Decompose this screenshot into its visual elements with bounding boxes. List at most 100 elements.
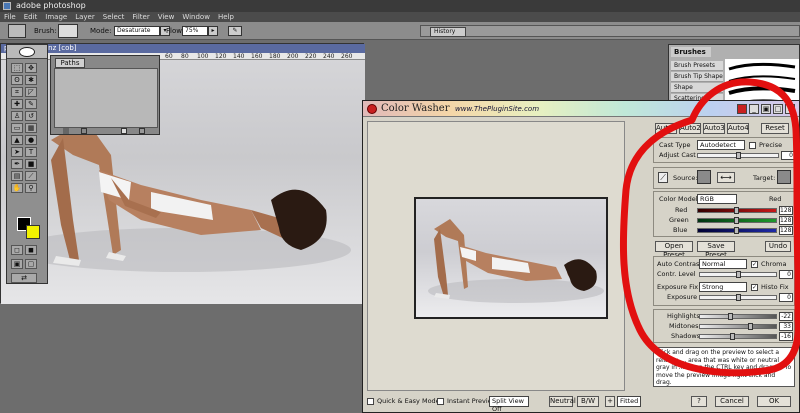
slider-thumb[interactable]	[728, 313, 733, 320]
gradient-tool-icon[interactable]: ▦	[25, 123, 37, 133]
precise-checkbox[interactable]	[749, 142, 756, 149]
shadows-value[interactable]: -16	[779, 332, 793, 341]
standard-mode-icon[interactable]: ◻	[11, 245, 23, 255]
slider-thumb[interactable]	[736, 294, 741, 301]
path-select-icon[interactable]: ➤	[11, 147, 23, 157]
tool-preset-icon[interactable]	[8, 24, 26, 38]
color-model-select[interactable]: RGB	[697, 194, 737, 204]
target-swatch[interactable]	[777, 170, 791, 184]
stroke-path-icon[interactable]	[81, 128, 87, 134]
eyedropper-icon[interactable]: ⟋	[25, 171, 37, 181]
chroma-checkbox[interactable]: ✓	[751, 261, 758, 268]
delete-path-icon[interactable]	[139, 128, 145, 134]
auto2-button[interactable]: Auto2	[679, 123, 701, 134]
airbrush-icon[interactable]: ✎	[228, 26, 242, 36]
contr-level-slider[interactable]	[699, 271, 777, 278]
preview-pane[interactable]	[367, 121, 625, 391]
contr-level-value[interactable]: 0	[779, 270, 793, 279]
red-slider[interactable]	[697, 207, 777, 214]
fill-path-icon[interactable]	[63, 128, 69, 134]
shape-tool-icon[interactable]: ■	[25, 159, 37, 169]
slider-thumb[interactable]	[748, 323, 753, 330]
history-tab[interactable]: History	[430, 27, 466, 37]
menu-view[interactable]: View	[158, 12, 175, 22]
type-tool-icon[interactable]: T	[25, 147, 37, 157]
stamp-tool-icon[interactable]: ♙	[11, 111, 23, 121]
split-view-select[interactable]: Split View Off	[489, 396, 529, 413]
notes-tool-icon[interactable]: ▤	[11, 171, 23, 181]
brush-picker[interactable]	[58, 24, 78, 38]
menu-layer[interactable]: Layer	[75, 12, 95, 22]
new-path-icon[interactable]	[121, 128, 127, 134]
menu-select[interactable]: Select	[103, 12, 125, 22]
open-preset-button[interactable]: Open Preset	[655, 241, 693, 259]
green-value[interactable]: 128	[779, 216, 793, 225]
menu-window[interactable]: Window	[182, 12, 210, 22]
zoom-select[interactable]: Fitted	[617, 396, 641, 407]
close-icon[interactable]: ×	[785, 104, 795, 114]
swap-arrows-icon[interactable]: ⟷	[717, 172, 735, 183]
flow-field[interactable]: 75%	[182, 26, 208, 36]
slider-thumb[interactable]	[734, 217, 739, 224]
slider-thumb[interactable]	[736, 152, 741, 159]
move-tool-icon[interactable]: ✥	[25, 63, 37, 73]
zoom-in-button[interactable]: +	[605, 396, 615, 407]
slice-tool-icon[interactable]: ◸	[25, 87, 37, 97]
history-brush-icon[interactable]: ↺	[25, 111, 37, 121]
lasso-tool-icon[interactable]: ʘ	[11, 75, 23, 85]
histo-fix-checkbox[interactable]: ✓	[751, 284, 758, 291]
source-swatch[interactable]	[697, 170, 711, 184]
neutral-button[interactable]: Neutral	[549, 396, 576, 407]
menu-file[interactable]: File	[4, 12, 16, 22]
reset-button[interactable]: Reset	[761, 123, 789, 134]
maximize-icon[interactable]: □	[773, 104, 783, 114]
document-title[interactable]: ppa_lon_gunnz [cob]	[1, 44, 365, 53]
preview-image[interactable]	[414, 197, 608, 319]
background-color[interactable]	[26, 225, 40, 239]
menu-filter[interactable]: Filter	[132, 12, 149, 22]
zoom-tool-icon[interactable]: ⚲	[25, 183, 37, 193]
slider-thumb[interactable]	[734, 207, 739, 214]
jump-to-imageready-icon[interactable]: ⇄	[11, 273, 37, 283]
flow-dropdown-icon[interactable]: ▸	[208, 26, 218, 36]
marquee-tool-icon[interactable]: ⬚	[11, 63, 23, 73]
slider-thumb[interactable]	[730, 333, 735, 340]
brush-tip-shape-item[interactable]: Brush Tip Shape	[671, 72, 723, 82]
eye-logo-icon[interactable]	[19, 47, 35, 57]
fullscreen-mode-icon[interactable]: ▢	[25, 259, 37, 269]
slider-thumb[interactable]	[736, 271, 741, 278]
shape-dynamics-item[interactable]: Shape Dynamics	[671, 83, 723, 101]
auto3-button[interactable]: Auto3	[703, 123, 725, 134]
dodge-tool-icon[interactable]: ●	[25, 135, 37, 145]
magic-wand-icon[interactable]: ✱	[25, 75, 37, 85]
exposure-slider[interactable]	[699, 294, 777, 301]
menu-image[interactable]: Image	[45, 12, 67, 22]
paths-tab[interactable]: Paths	[55, 58, 85, 68]
menu-help[interactable]: Help	[218, 12, 234, 22]
midtones-value[interactable]: 33	[779, 322, 793, 331]
adjust-cast-slider[interactable]	[697, 152, 779, 159]
eraser-tool-icon[interactable]: ▭	[11, 123, 23, 133]
bw-button[interactable]: B/W	[577, 396, 599, 407]
brush-presets-item[interactable]: Brush Presets	[671, 61, 723, 71]
screen-mode-icon[interactable]: ▣	[11, 259, 23, 269]
highlights-slider[interactable]	[699, 313, 777, 320]
adjust-cast-value[interactable]: 0	[781, 151, 795, 160]
instant-preview-checkbox[interactable]	[437, 398, 444, 405]
quickmask-mode-icon[interactable]: ◼	[25, 245, 37, 255]
quick-easy-checkbox[interactable]	[367, 398, 374, 405]
auto1-button[interactable]: Auto1	[655, 123, 677, 134]
hand-tool-icon[interactable]: ✋	[11, 183, 23, 193]
mode-select[interactable]: Desaturate	[114, 26, 160, 36]
auto4-button[interactable]: Auto4	[727, 123, 749, 134]
undo-button[interactable]: Undo	[765, 241, 791, 252]
help-button[interactable]: ?	[691, 396, 707, 407]
pen-tool-icon[interactable]: ✒	[11, 159, 23, 169]
ok-button[interactable]: OK	[757, 396, 791, 407]
blur-tool-icon[interactable]: ▲	[11, 135, 23, 145]
eyedropper-icon[interactable]: ⟋	[658, 172, 668, 183]
blue-value[interactable]: 128	[779, 226, 793, 235]
green-slider[interactable]	[697, 217, 777, 224]
cancel-button[interactable]: Cancel	[715, 396, 749, 407]
menu-edit[interactable]: Edit	[24, 12, 38, 22]
